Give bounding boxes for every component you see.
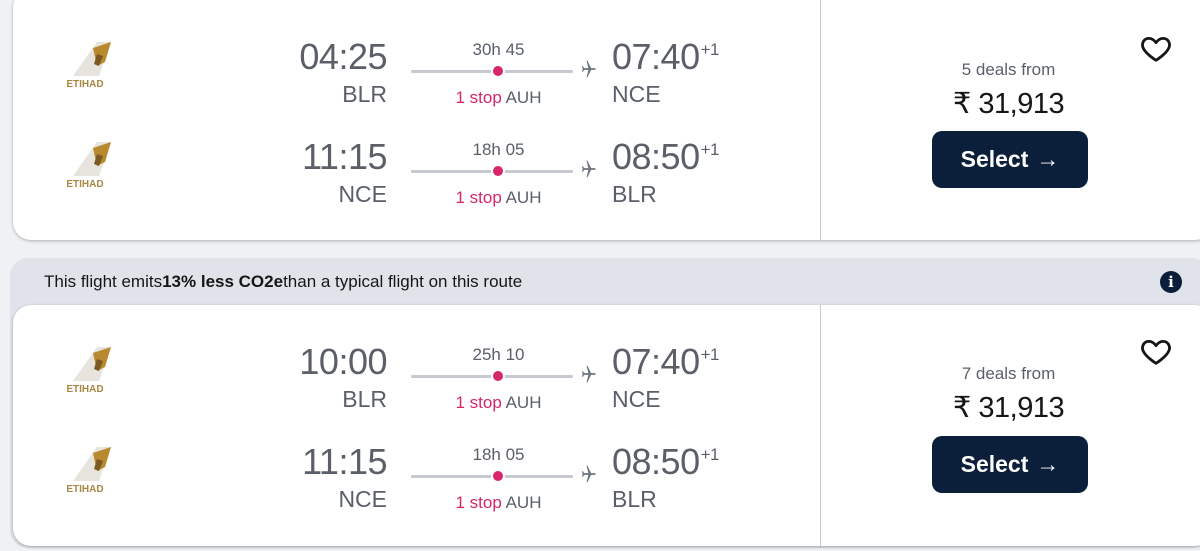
stop-airport: AUH [505,493,542,512]
outbound-leg: ETIHAD 04:25 BLR 30h 45 1 stop AUH 07:40… [13,36,821,136]
airline-name: ETIHAD [66,79,103,90]
co2-text-prefix: This flight emits [44,272,163,291]
departure-airport: NCE [338,486,387,512]
deals-count: 5 deals from [961,60,1056,79]
departure-airport: BLR [342,81,387,107]
route-line [411,375,573,378]
flight-duration: 25h 10 [472,345,525,364]
stop-dot [493,371,503,381]
select-button[interactable]: Select → [932,436,1088,493]
stop-dot [493,166,503,176]
departure-airport: NCE [338,181,387,207]
stops-count: 1 stop [455,493,502,512]
route-line [411,475,573,478]
stops-info: 1 stop AUH [411,188,586,208]
return-leg: ETIHAD 11:15 NCE 18h 05 1 stop AUH 08:50… [13,136,821,236]
day-offset: +1 [700,140,720,159]
stops-info: 1 stop AUH [411,493,586,513]
outbound-leg: ETIHAD 10:00 BLR 25h 10 1 stop AUH 07:40… [13,341,821,441]
co2-highlight: 13% less CO2e [162,272,284,291]
stop-airport: AUH [505,88,542,107]
co2-text-suffix: than a typical flight on this route [283,272,523,291]
plane-icon [581,160,596,178]
return-leg: ETIHAD 11:15 NCE 18h 05 1 stop AUH 08:50… [13,441,821,541]
day-offset: +1 [700,445,720,464]
price-panel: 7 deals from ₹ 31,913 Select → [821,305,1200,546]
arrow-right-icon: → [1036,146,1060,172]
stops-count: 1 stop [455,88,502,107]
stop-dot [493,471,503,481]
stops-count: 1 stop [455,188,502,207]
arrival-airport: NCE [612,81,661,107]
arrival-airport: NCE [612,386,661,412]
flight-result-card[interactable]: ETIHAD 04:25 BLR 30h 45 1 stop AUH 07:40… [13,0,1200,240]
plane-icon [581,465,596,483]
etihad-logo: ETIHAD [66,42,111,90]
etihad-logo: ETIHAD [66,142,111,190]
flight-duration: 18h 05 [472,445,525,464]
day-offset: +1 [700,40,720,59]
arrival-time: 08:50+1 [612,441,720,482]
route-line [411,170,573,173]
stops-info: 1 stop AUH [411,393,586,413]
select-label: Select [960,146,1029,172]
flight-duration: 18h 05 [472,140,525,159]
flight-duration: 30h 45 [472,40,525,59]
etihad-logo: ETIHAD [66,447,111,495]
price: ₹ 31,913 [952,88,1065,120]
stops-count: 1 stop [455,393,502,412]
arrival-time: 07:40+1 [612,341,720,382]
departure-time: 04:25 [299,36,387,77]
arrival-time: 07:40+1 [612,36,720,77]
day-offset: +1 [700,345,720,364]
stops-info: 1 stop AUH [411,88,586,108]
plane-icon [581,365,596,383]
co2-banner: This flight emits 13% less CO2e than a t… [10,258,1200,306]
flight-result-card[interactable]: ETIHAD 10:00 BLR 25h 10 1 stop AUH 07:40… [13,305,1200,546]
departure-airport: BLR [342,386,387,412]
deals-count: 7 deals from [961,364,1056,383]
route-line [411,70,573,73]
price-panel: 5 deals from ₹ 31,913 Select → [821,0,1200,240]
etihad-logo: ETIHAD [66,347,111,395]
stop-airport: AUH [505,188,542,207]
select-button[interactable]: Select → [932,131,1088,188]
departure-time: 11:15 [302,136,387,177]
arrival-time: 08:50+1 [612,136,720,177]
departure-time: 10:00 [299,341,387,382]
airline-name: ETIHAD [66,484,103,495]
price: ₹ 31,913 [952,392,1065,424]
arrow-right-icon: → [1036,451,1060,477]
info-icon[interactable]: i [1160,271,1182,293]
airline-name: ETIHAD [66,384,103,395]
arrival-airport: BLR [612,486,657,512]
departure-time: 11:15 [302,441,387,482]
airline-name: ETIHAD [66,179,103,190]
arrival-airport: BLR [612,181,657,207]
stop-dot [493,66,503,76]
select-label: Select [960,451,1029,477]
stop-airport: AUH [505,393,542,412]
plane-icon [581,60,596,78]
